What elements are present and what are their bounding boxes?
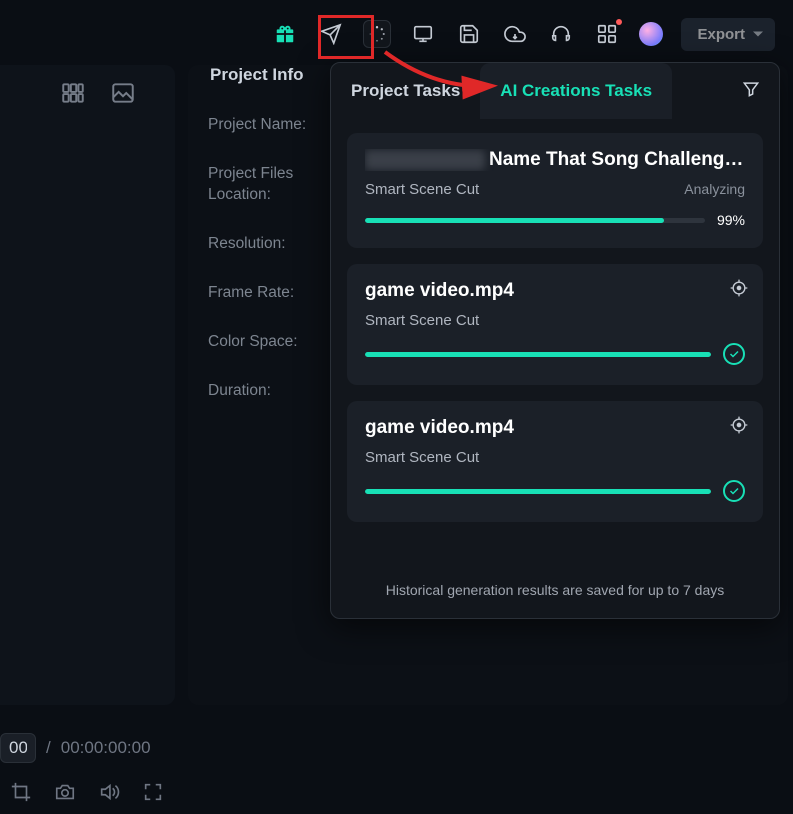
- gift-icon[interactable]: [271, 20, 299, 48]
- task-list: Name That Song Challeng… Smart Scene Cut…: [331, 119, 779, 522]
- task-subtitle: Smart Scene Cut: [365, 181, 479, 198]
- task-title: Name That Song Challeng…: [365, 149, 745, 171]
- tasks-footer-note: Historical generation results are saved …: [331, 582, 779, 598]
- export-button[interactable]: Export: [681, 18, 775, 51]
- check-complete-icon: [723, 343, 745, 365]
- task-subtitle: Smart Scene Cut: [365, 449, 479, 466]
- progress-bar: [365, 352, 711, 357]
- tab-project-tasks[interactable]: Project Tasks: [331, 63, 480, 119]
- volume-icon[interactable]: [98, 781, 120, 808]
- locate-target-icon[interactable]: [729, 278, 749, 303]
- tasks-dropdown-card: Project Tasks AI Creations Tasks Name Th…: [330, 62, 780, 619]
- paper-plane-icon[interactable]: [317, 20, 345, 48]
- task-item[interactable]: Name That Song Challeng… Smart Scene Cut…: [347, 133, 763, 248]
- save-icon[interactable]: [455, 20, 483, 48]
- tasks-tab-header: Project Tasks AI Creations Tasks: [331, 63, 779, 119]
- locate-target-icon[interactable]: [729, 415, 749, 440]
- task-status-text: Analyzing: [684, 181, 745, 198]
- task-item[interactable]: game video.mp4 Smart Scene Cut: [347, 264, 763, 385]
- crop-icon[interactable]: [10, 781, 32, 808]
- timecode-separator: /: [46, 738, 51, 758]
- check-complete-icon: [723, 480, 745, 502]
- left-view-tools: [60, 80, 136, 111]
- progress-percent-label: 99%: [717, 212, 745, 228]
- snapshot-camera-icon[interactable]: [54, 781, 76, 808]
- grid-view-icon[interactable]: [60, 80, 86, 111]
- tab-ai-creations-tasks[interactable]: AI Creations Tasks: [480, 63, 672, 119]
- redacted-text: [365, 150, 485, 170]
- timeline-area: / 00:00:00:00: [0, 733, 793, 814]
- task-item[interactable]: game video.mp4 Smart Scene Cut: [347, 401, 763, 522]
- loading-spinner-icon[interactable]: [363, 20, 391, 48]
- fullscreen-icon[interactable]: [142, 781, 164, 808]
- progress-bar: [365, 218, 705, 223]
- task-title: game video.mp4: [365, 280, 745, 302]
- apps-grid-icon[interactable]: [593, 20, 621, 48]
- filter-icon[interactable]: [741, 79, 761, 104]
- user-avatar[interactable]: [639, 22, 663, 46]
- top-toolbar: Export: [271, 10, 783, 58]
- cloud-download-icon[interactable]: [501, 20, 529, 48]
- task-subtitle: Smart Scene Cut: [365, 312, 479, 329]
- image-view-icon[interactable]: [110, 80, 136, 111]
- headset-icon[interactable]: [547, 20, 575, 48]
- monitor-icon[interactable]: [409, 20, 437, 48]
- progress-bar: [365, 489, 711, 494]
- timecode-input[interactable]: [0, 733, 36, 763]
- timecode-duration: 00:00:00:00: [61, 738, 151, 758]
- task-title: game video.mp4: [365, 417, 745, 439]
